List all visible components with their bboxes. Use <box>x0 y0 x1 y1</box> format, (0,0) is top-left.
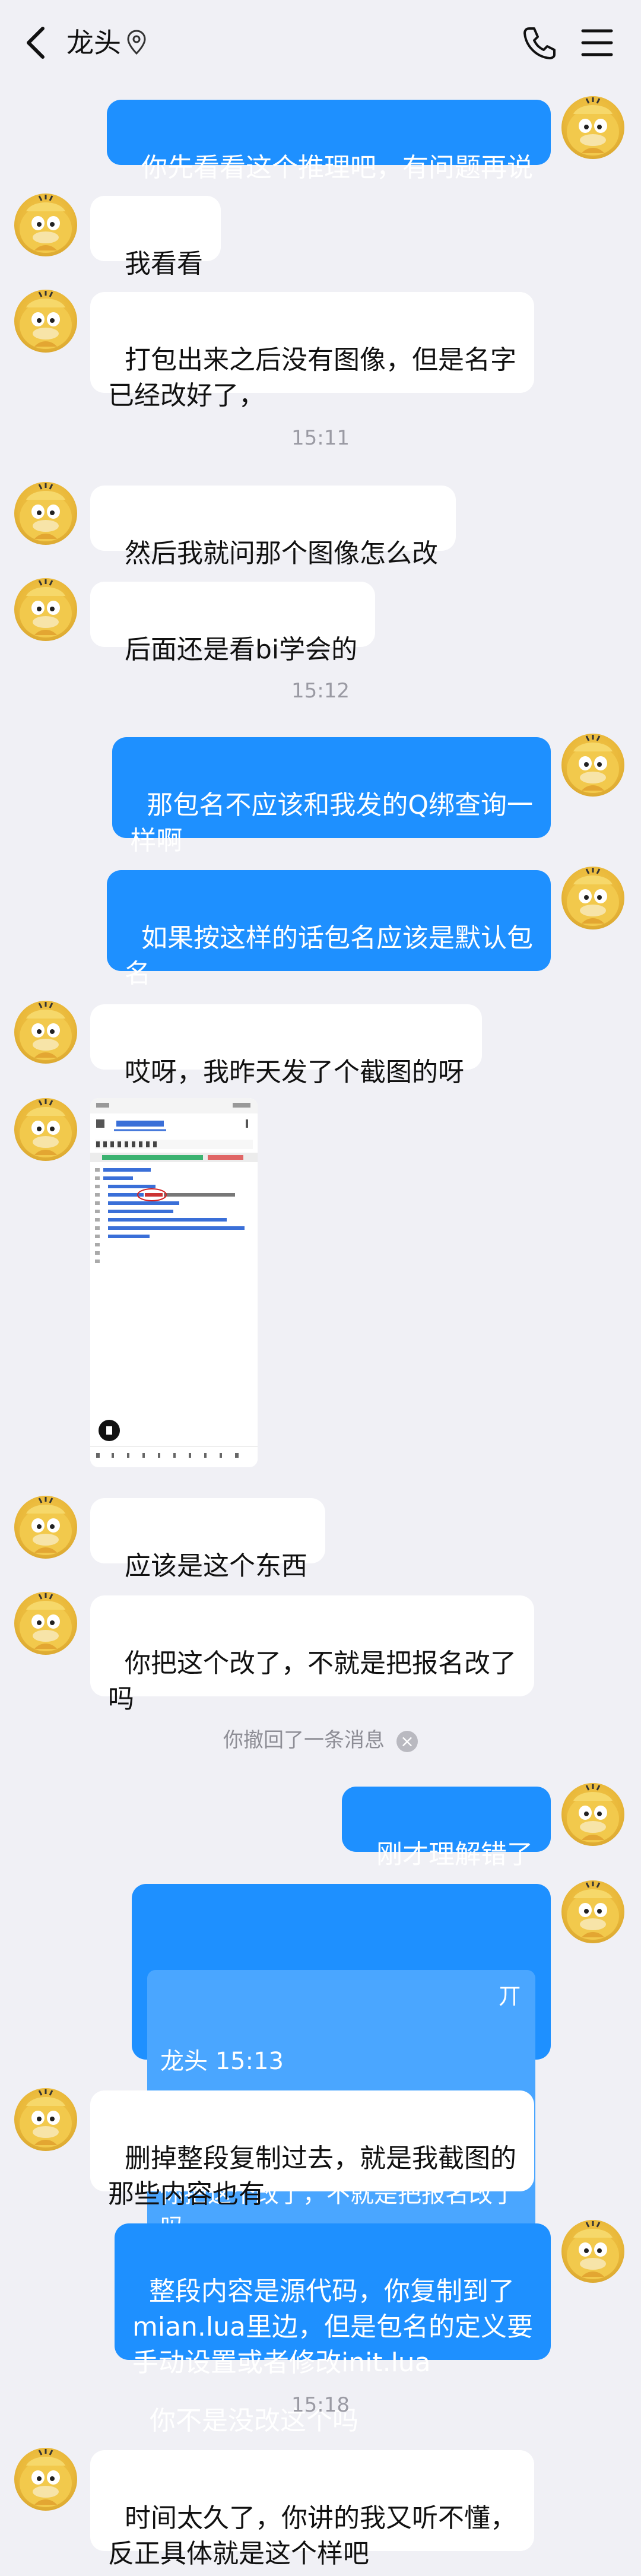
timestamp: 15:18 <box>291 2393 350 2417</box>
avatar[interactable] <box>561 734 624 797</box>
avatar[interactable] <box>14 2088 77 2151</box>
message-bubble[interactable]: 应该是这个东西 <box>90 1498 325 1581</box>
avatar[interactable] <box>14 2448 77 2511</box>
psyduck-avatar-icon <box>567 1882 619 1940</box>
screenshot-image-message[interactable] <box>90 1098 258 1467</box>
message-bubble[interactable]: 那包名不应该和我发的Q绑查询一 样啊 <box>112 737 551 856</box>
quoted-message-mark: 丌 <box>498 1983 521 2009</box>
message-text: 然后我就问那个图像怎么改 <box>124 538 438 569</box>
avatar[interactable] <box>561 96 624 159</box>
message-text: 那包名不应该和我发的Q绑查询一 样啊 <box>130 790 533 856</box>
message-text: 后面还是看bi学会的 <box>124 635 358 665</box>
avatar[interactable] <box>14 1592 77 1655</box>
message-bubble[interactable]: 我看看 <box>90 196 221 279</box>
psyduck-avatar-icon <box>20 483 72 541</box>
avatar[interactable] <box>14 578 77 641</box>
psyduck-avatar-icon <box>20 1497 72 1555</box>
message-text: 你把这个改了，不就是把报名改了 吗 <box>108 1648 516 1714</box>
psyduck-avatar-icon <box>20 2449 72 2507</box>
avatar[interactable] <box>14 1496 77 1559</box>
message-bubble[interactable]: 如果按这样的话包名应该是默认包 名 <box>107 870 551 989</box>
message-bubble[interactable]: 整段内容是源代码，你复制到了 mian.lua里边，但是包名的定义要 手动设置或… <box>115 2223 551 2378</box>
chat-title[interactable]: 龙头 <box>66 24 121 62</box>
message-bubble[interactable]: 然后我就问那个图像怎么改 <box>90 486 456 569</box>
psyduck-avatar-icon <box>20 1002 72 1060</box>
message-text: 哎呀，我昨天发了个截图的呀 <box>124 1057 464 1087</box>
close-icon[interactable]: × <box>396 1730 418 1752</box>
code-editor-screenshot-thumbnail <box>90 1098 258 1467</box>
message-text: 刚才理解错了 <box>376 1839 533 1870</box>
avatar[interactable] <box>14 290 77 353</box>
avatar[interactable] <box>561 1880 624 1943</box>
message-bubble[interactable]: 时间太久了，你讲的我又听不懂， 反正具体就是这个样吧 <box>90 2450 534 2569</box>
psyduck-avatar-icon <box>567 735 619 793</box>
reply-message-bubble[interactable]: 龙头 15:13 丌 你把这个改了，不就是把报名改了吗 你不是没改这个吗 <box>132 1884 551 2436</box>
location-pin-icon <box>127 30 146 55</box>
message-text: 时间太久了，你讲的我又听不懂， 反正具体就是这个样吧 <box>108 2503 516 2569</box>
message-text: 打包出来之后没有图像，但是名字 已经改好了， <box>108 345 516 411</box>
avatar[interactable] <box>14 482 77 545</box>
message-bubble[interactable]: 你先看看这个推理吧，有问题再说 <box>107 100 551 183</box>
message-bubble[interactable]: 删掉整段复制过去，就是我截图的 那些内容也有 <box>90 2090 534 2209</box>
message-bubble[interactable]: 你把这个改了，不就是把报名改了 吗 <box>90 1595 534 1714</box>
message-text: 如果按这样的话包名应该是默认包 名 <box>125 923 533 989</box>
quoted-time: 15:13 <box>215 2048 284 2075</box>
psyduck-avatar-icon <box>20 1099 72 1157</box>
avatar[interactable] <box>561 2220 624 2283</box>
quoted-message-header: 龙头 15:13 <box>160 2045 523 2078</box>
recall-notice: 你撤回了一条消息 × <box>0 1727 641 1753</box>
quoted-author: 龙头 <box>160 2048 208 2075</box>
avatar[interactable] <box>14 1098 77 1161</box>
phone-icon[interactable] <box>520 24 558 62</box>
timestamp: 15:12 <box>291 679 350 703</box>
message-bubble[interactable]: 后面还是看bi学会的 <box>90 582 376 665</box>
message-text: 你先看看这个推理吧，有问题再说 <box>141 153 533 183</box>
chevron-left-icon[interactable] <box>21 24 51 62</box>
psyduck-avatar-icon <box>567 97 619 156</box>
avatar[interactable] <box>561 1783 624 1846</box>
avatar[interactable] <box>561 867 624 929</box>
message-text: 我看看 <box>124 249 203 279</box>
psyduck-avatar-icon <box>20 1593 72 1651</box>
avatar[interactable] <box>14 193 77 256</box>
psyduck-avatar-icon <box>567 868 619 926</box>
timestamp: 15:11 <box>291 426 350 450</box>
psyduck-avatar-icon <box>20 195 72 253</box>
psyduck-avatar-icon <box>567 1784 619 1842</box>
recall-text: 你撤回了一条消息 <box>223 1728 385 1752</box>
psyduck-avatar-icon <box>20 2089 72 2147</box>
message-bubble[interactable]: 打包出来之后没有图像，但是名字 已经改好了， <box>90 292 534 411</box>
hamburger-menu-icon[interactable] <box>579 26 615 59</box>
psyduck-avatar-icon <box>20 291 72 349</box>
avatar[interactable] <box>14 1001 77 1064</box>
message-bubble[interactable]: 哎呀，我昨天发了个截图的呀 <box>90 1004 482 1087</box>
message-text: 应该是这个东西 <box>124 1551 307 1581</box>
psyduck-avatar-icon <box>20 579 72 637</box>
psyduck-avatar-icon <box>567 2221 619 2279</box>
message-bubble[interactable]: 刚才理解错了 <box>342 1787 551 1870</box>
